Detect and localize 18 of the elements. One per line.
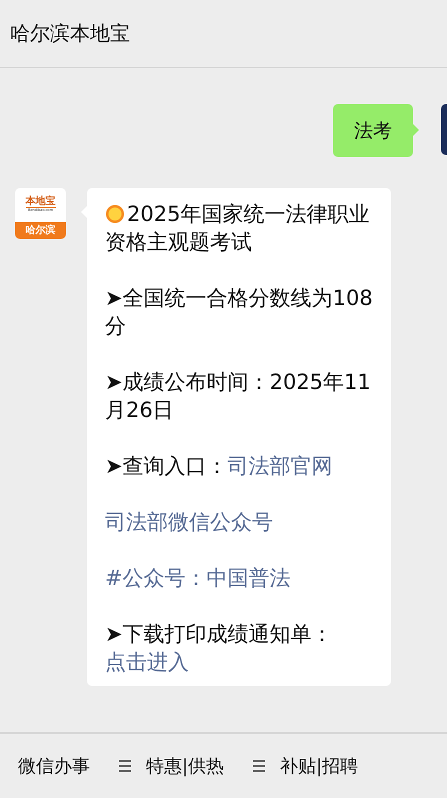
- message-paragraph: ➤下载打印成绩通知单： 点击进入: [105, 621, 334, 676]
- message-link[interactable]: 司法部微信公众号: [105, 510, 273, 534]
- menu-item[interactable]: 特惠|供热: [146, 754, 224, 778]
- message-paragraph: ➤查询入口：司法部官网: [105, 453, 334, 480]
- message-paragraph: ➤全国统一合格分数线为108分: [105, 285, 374, 340]
- chat-title: 哈尔滨本地宝: [10, 20, 130, 47]
- message-link[interactable]: #公众号：中国普法: [105, 566, 291, 590]
- message-paragraph: 2025年国家统一法律职业资格主观题考试: [105, 201, 370, 256]
- message-link[interactable]: 司法部官网: [228, 454, 333, 478]
- message-paragraph: ➤成绩公布时间：2025年11月26日: [105, 369, 372, 424]
- menu-item[interactable]: 补贴|招聘: [280, 754, 358, 778]
- bubble-tail: [413, 124, 419, 136]
- menu-item[interactable]: 微信办事: [18, 754, 90, 778]
- message-link[interactable]: 点击进入: [105, 650, 189, 674]
- logo-city: 哈尔滨: [15, 222, 66, 239]
- sent-message: 法考: [333, 104, 413, 157]
- logo-text: 本地宝: [26, 197, 56, 208]
- sun-icon: [105, 204, 125, 224]
